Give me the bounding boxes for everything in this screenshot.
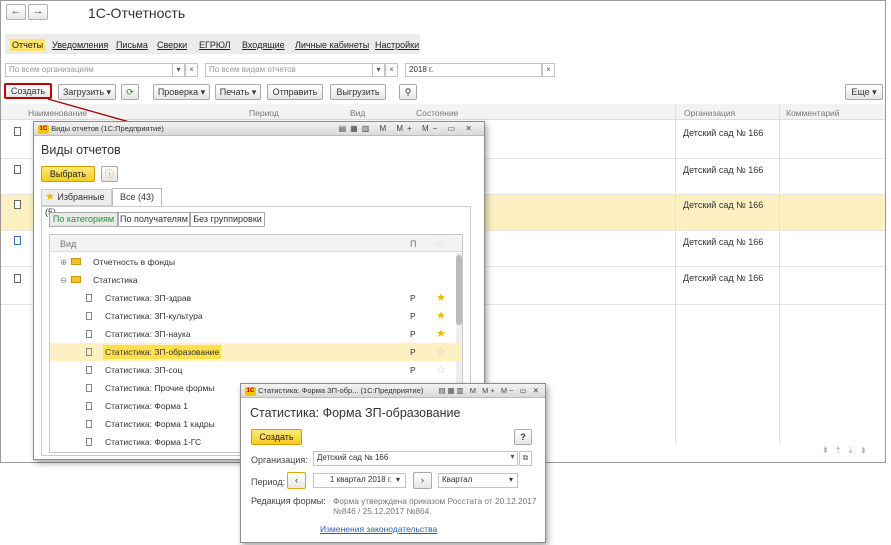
star-filled-icon[interactable]: ★ (436, 325, 446, 343)
col-kind-header: Вид (60, 239, 77, 249)
folder-icon (71, 258, 81, 265)
list-item[interactable]: Статистика: ЗП-соц Р ☆ (50, 361, 462, 379)
form-window: 1С Статистика: Форма ЗП-обр... (1С:Предп… (240, 383, 546, 543)
group-by-category[interactable]: По категориям (49, 212, 118, 227)
legislation-changes-link[interactable]: Изменения законодательства (320, 524, 437, 534)
period-kind-field[interactable]: Квартал (438, 473, 518, 488)
group-by-recipient[interactable]: По получателям (118, 212, 190, 227)
no-grouping[interactable]: Без группировки (190, 212, 265, 227)
window-titlebar[interactable]: 1С Виды отчетов (1С:Предприятие) ▤▦▥ M M… (34, 122, 484, 136)
info-icon[interactable]: ⓘ (101, 166, 118, 182)
item-label: Статистика: ЗП-здрав (105, 293, 192, 303)
item-label: Статистика: Прочие формы (105, 383, 215, 393)
item-p: Р (410, 311, 416, 321)
star-empty-icon[interactable]: ☆ (436, 361, 446, 379)
item-label: Статистика: Форма 1-ГС (105, 437, 202, 447)
form-heading: Статистика: Форма ЗП-образование (250, 406, 461, 420)
org-field[interactable]: Детский сад № 166 (313, 451, 518, 466)
window-controls[interactable]: ▤▦▥ M M+ M− ▭ ✕ (339, 122, 476, 136)
select-button[interactable]: Выбрать (41, 166, 95, 182)
item-label: Статистика: ЗП-образование (103, 345, 222, 359)
item-label: Статистика (93, 275, 138, 285)
org-label: Организация: (251, 455, 308, 465)
period-label: Период: (251, 477, 286, 487)
document-icon (86, 312, 92, 320)
folder-icon (71, 276, 81, 283)
col-p-header: П (410, 239, 417, 249)
star-filled-icon[interactable]: ★ (436, 307, 446, 325)
star-header-icon: ☆ (435, 238, 445, 250)
next-period-button[interactable]: › (413, 472, 432, 489)
edition-text: №846 / 25.12.2017 №864. (333, 506, 432, 516)
list-item[interactable]: Статистика: ЗП-наука Р ★ (50, 325, 462, 343)
edition-label: Редакция формы: (251, 496, 326, 506)
dropdown-icon[interactable]: ▾ (396, 475, 400, 484)
star-icon: ★ (45, 191, 55, 203)
1c-logo-icon: 1С (245, 386, 256, 396)
tab-all[interactable]: Все (43) (112, 188, 162, 207)
item-label: Отчетность в фонды (93, 257, 175, 267)
document-icon (86, 348, 92, 356)
document-icon (86, 330, 92, 338)
period-field[interactable]: 1 квартал 2018 г. (313, 473, 406, 488)
window-title: Статистика: Форма ЗП-обр... (1С:Предприя… (258, 386, 424, 395)
document-icon (86, 384, 92, 392)
edition-text: Форма утверждена приказом Росстата от 20… (333, 496, 537, 506)
document-icon (86, 438, 92, 446)
item-p: Р (410, 329, 416, 339)
list-header (50, 235, 462, 252)
window-controls[interactable]: ▤▦▥ M M+ M− ▭ ✕ (438, 384, 541, 398)
item-p: Р (410, 293, 416, 303)
document-icon (86, 420, 92, 428)
dropdown-icon[interactable]: ▾ (509, 475, 513, 484)
document-icon (86, 402, 92, 410)
list-item[interactable]: ⊕ Отчетность в фонды (50, 253, 462, 271)
list-item[interactable]: ⊖ Статистика (50, 271, 462, 289)
window-titlebar[interactable]: 1С Статистика: Форма ЗП-обр... (1С:Предп… (241, 384, 545, 398)
item-label: Статистика: ЗП-культура (105, 311, 203, 321)
collapse-icon[interactable]: ⊖ (60, 271, 67, 289)
dropdown-icon[interactable]: ▾ (506, 451, 519, 466)
prev-period-button[interactable]: ‹ (287, 472, 306, 489)
list-item-selected[interactable]: Статистика: ЗП-образование Р ☆ (50, 343, 462, 361)
item-label: Статистика: Форма 1 кадры (105, 419, 215, 429)
tab-favorites[interactable]: ★ Избранные (5) (41, 189, 112, 217)
star-filled-icon[interactable]: ★ (436, 289, 446, 307)
item-label: Статистика: ЗП-соц (105, 365, 183, 375)
1c-logo-icon: 1С (38, 124, 49, 134)
document-icon (86, 294, 92, 302)
help-button[interactable]: ? (514, 429, 532, 445)
list-item[interactable]: Статистика: ЗП-культура Р ★ (50, 307, 462, 325)
star-empty-icon[interactable]: ☆ (436, 343, 446, 361)
item-p: Р (410, 347, 416, 357)
report-types-heading: Виды отчетов (41, 143, 121, 157)
item-label: Статистика: ЗП-наука (105, 329, 191, 339)
item-label: Статистика: Форма 1 (105, 401, 188, 411)
document-icon (86, 366, 92, 374)
open-icon[interactable]: ⧉ (519, 451, 532, 466)
expand-icon[interactable]: ⊕ (60, 253, 67, 271)
create-form-button[interactable]: Создать (251, 429, 302, 445)
window-title: Виды отчетов (1С:Предприятие) (51, 124, 164, 133)
list-item[interactable]: Статистика: ЗП-здрав Р ★ (50, 289, 462, 307)
item-p: Р (410, 365, 416, 375)
